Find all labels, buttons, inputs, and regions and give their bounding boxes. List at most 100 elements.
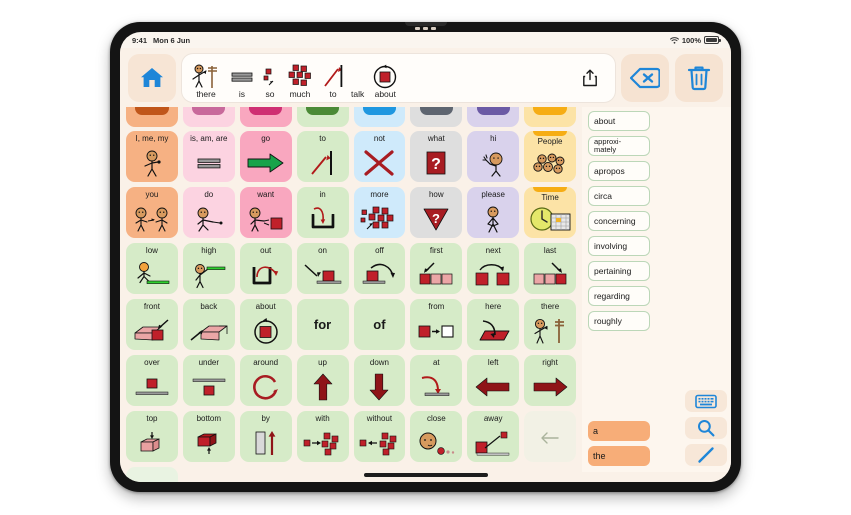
quick-word-button[interactable]: a xyxy=(588,421,650,441)
vocab-cell-go[interactable]: go xyxy=(239,131,292,182)
vocab-cell-there[interactable]: there xyxy=(524,299,576,350)
keyboard-button[interactable] xyxy=(685,390,727,412)
prediction-word[interactable]: involving xyxy=(588,236,650,256)
vocab-cell-on[interactable]: on xyxy=(296,243,349,294)
sentence-bar[interactable]: there is so much to talk about xyxy=(182,54,615,102)
vocab-cell-about[interactable]: about xyxy=(239,299,292,350)
vocab-cell-more[interactable]: more xyxy=(353,187,406,238)
vocab-cell-how[interactable]: how? xyxy=(410,187,463,238)
vocab-cell-off[interactable]: off xyxy=(353,243,406,294)
arrow-down-icon xyxy=(354,367,406,406)
quick-word-button[interactable]: the xyxy=(588,446,650,466)
prediction-word[interactable]: circa xyxy=(588,186,650,206)
vocab-cell-to[interactable]: to xyxy=(296,131,349,182)
search-button[interactable] xyxy=(685,417,727,439)
prediction-word[interactable]: approxi-mately xyxy=(588,136,650,156)
sentence-word[interactable]: much xyxy=(285,63,315,100)
vocab-cell-in[interactable]: in xyxy=(296,187,349,238)
prediction-word[interactable]: apropos xyxy=(588,161,650,181)
vocab-cell-low[interactable]: low xyxy=(126,243,178,294)
vocab-cell-right[interactable]: right xyxy=(524,355,576,406)
sentence-word[interactable]: there xyxy=(190,63,222,100)
category-tab-peek[interactable] xyxy=(353,107,406,127)
category-tabs-peek-row xyxy=(120,107,582,127)
vocab-cell-for[interactable]: for xyxy=(296,299,349,350)
vocab-cell-away[interactable]: away xyxy=(467,411,520,462)
prediction-word-label: pertaining xyxy=(594,265,632,276)
arrow-up-icon xyxy=(297,367,349,406)
home-button[interactable] xyxy=(128,54,176,102)
vocab-cell-i-me-my[interactable]: I, me, my xyxy=(126,131,178,182)
vocab-cell-label: next xyxy=(485,246,501,255)
vocab-cell-close[interactable]: close xyxy=(410,411,463,462)
vocab-cell-label: off xyxy=(375,246,384,255)
vocab-cell-label: go xyxy=(261,134,271,143)
category-tab-peek[interactable] xyxy=(524,107,576,127)
backspace-icon xyxy=(630,67,660,89)
vocab-cell-top[interactable]: top xyxy=(126,411,178,462)
vocab-cell-up[interactable]: up xyxy=(296,355,349,406)
vocab-cell-is-am-are[interactable]: is, am, are xyxy=(182,131,235,182)
prediction-word[interactable]: concerning xyxy=(588,211,650,231)
vocab-cell-from[interactable]: from xyxy=(410,299,463,350)
vocab-cell-over[interactable]: over xyxy=(126,355,178,406)
vocab-cell-at[interactable]: at xyxy=(410,355,463,406)
vocab-cell-you[interactable]: you xyxy=(126,187,178,238)
edit-button[interactable] xyxy=(685,444,727,466)
vocab-cell-label: People xyxy=(537,137,563,146)
clear-all-button[interactable] xyxy=(675,54,723,102)
grid-next-page-button[interactable] xyxy=(126,467,178,482)
grid-prev-page-button[interactable] xyxy=(524,411,576,462)
prediction-word[interactable]: about xyxy=(588,111,650,131)
vocab-cell-label: at xyxy=(432,358,440,367)
category-tab-peek[interactable] xyxy=(410,107,463,127)
category-tab-peek[interactable] xyxy=(239,107,292,127)
vocab-cell-left[interactable]: left xyxy=(467,355,520,406)
sentence-word[interactable]: about xyxy=(371,63,399,100)
sentence-word[interactable]: is xyxy=(229,63,255,100)
vocab-cell-people[interactable]: People xyxy=(524,131,576,182)
vocab-cell-by[interactable]: by xyxy=(239,411,292,462)
vocab-cell-not[interactable]: not xyxy=(353,131,406,182)
vocab-cell-last[interactable]: last xyxy=(524,243,576,294)
vocab-cell-label: high xyxy=(201,246,217,255)
vocab-cell-time[interactable]: Time xyxy=(524,187,576,238)
blocks-apart-icon xyxy=(354,423,406,462)
category-tab-peek[interactable] xyxy=(296,107,349,127)
sentence-word[interactable]: talk xyxy=(351,63,364,100)
prediction-word-label: apropos xyxy=(594,165,625,176)
home-indicator xyxy=(363,473,488,477)
vocab-cell-first[interactable]: first xyxy=(410,243,463,294)
vocab-cell-around[interactable]: around xyxy=(239,355,292,406)
vocab-cell-bottom[interactable]: bottom xyxy=(182,411,235,462)
backspace-button[interactable] xyxy=(621,54,669,102)
vocab-cell-here[interactable]: here xyxy=(467,299,520,350)
category-tab-peek[interactable] xyxy=(467,107,520,127)
vocab-cell-high[interactable]: high xyxy=(182,243,235,294)
vocab-cell-with[interactable]: with xyxy=(296,411,349,462)
arrow-left-nav-icon xyxy=(540,430,560,446)
vocab-cell-under[interactable]: under xyxy=(182,355,235,406)
vocab-cell-without[interactable]: without xyxy=(353,411,406,462)
vocab-cell-next[interactable]: next xyxy=(467,243,520,294)
wifi-icon xyxy=(669,36,679,44)
vocab-cell-what[interactable]: what? xyxy=(410,131,463,182)
category-tab-peek[interactable] xyxy=(126,107,178,127)
sentence-word[interactable]: to xyxy=(322,63,344,100)
category-tab-peek[interactable] xyxy=(182,107,235,127)
prediction-word[interactable]: pertaining xyxy=(588,261,650,281)
vocab-cell-down[interactable]: down xyxy=(353,355,406,406)
many-blocks-icon xyxy=(285,63,315,89)
vocab-cell-front[interactable]: front xyxy=(126,299,178,350)
vocab-cell-want[interactable]: want xyxy=(239,187,292,238)
vocab-cell-out[interactable]: out xyxy=(239,243,292,294)
vocab-cell-do[interactable]: do xyxy=(182,187,235,238)
sentence-word[interactable]: so xyxy=(262,63,278,100)
vocab-cell-back[interactable]: back xyxy=(182,299,235,350)
prediction-word[interactable]: roughly xyxy=(588,311,650,331)
prediction-word[interactable]: regarding xyxy=(588,286,650,306)
share-button[interactable] xyxy=(573,56,607,100)
vocab-cell-please[interactable]: please xyxy=(467,187,520,238)
vocab-cell-hi[interactable]: hi xyxy=(467,131,520,182)
vocab-cell-of[interactable]: of xyxy=(353,299,406,350)
